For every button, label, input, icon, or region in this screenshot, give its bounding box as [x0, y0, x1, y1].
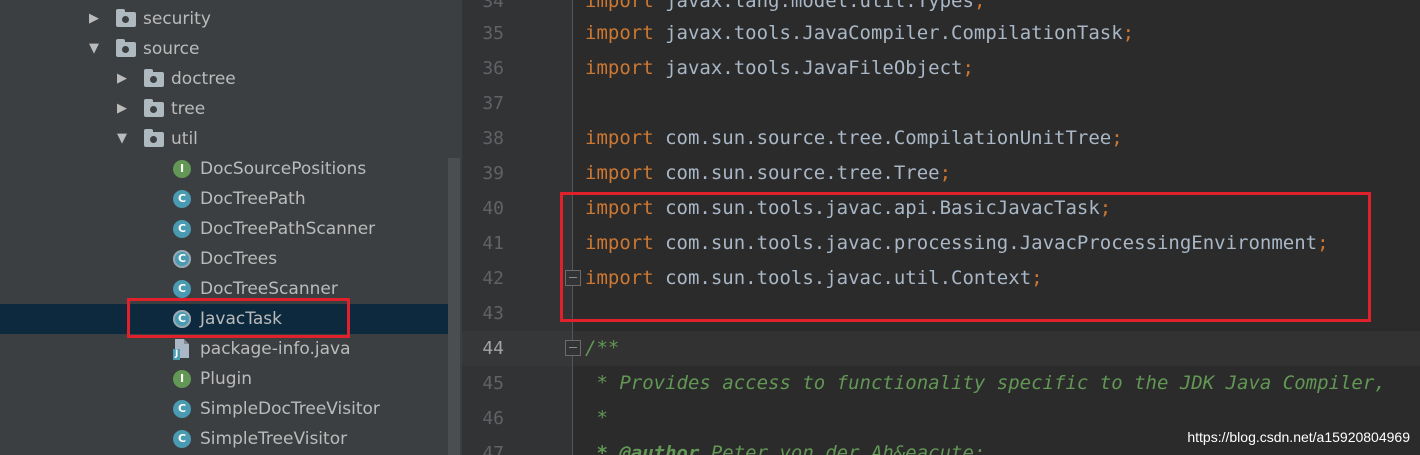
chevron-right-icon[interactable]: ▶ [114, 64, 130, 94]
tree-item-doctreepathscanner[interactable]: C DocTreePathScanner [0, 214, 448, 244]
class-icon: C [173, 400, 191, 418]
highlight-box-imports [560, 192, 1371, 322]
chevron-down-icon[interactable]: ▼ [114, 124, 130, 154]
line-number: 47 [482, 443, 504, 455]
code-line[interactable]: import com.sun.source.tree.Tree; [585, 156, 951, 191]
line-number: 46 [482, 408, 504, 429]
line-number: 44 [482, 338, 504, 359]
tree-item-source[interactable]: ▼ source [0, 34, 448, 64]
interface-icon: I [173, 370, 191, 388]
tree-item-simpledoctreevisitor[interactable]: C SimpleDocTreeVisitor [0, 394, 448, 424]
tree-item-plugin[interactable]: I Plugin [0, 364, 448, 394]
code-line[interactable]: import javax.tools.JavaCompiler.Compilat… [585, 16, 1134, 51]
interface-icon: I [173, 160, 191, 178]
tree-item-docsourcepositions[interactable]: I DocSourcePositions [0, 154, 448, 184]
line-number: 42 [482, 268, 504, 289]
tree-item-doctreepath[interactable]: C DocTreePath [0, 184, 448, 214]
chevron-down-icon[interactable]: ▼ [86, 34, 102, 64]
java-file-icon: J [173, 339, 189, 360]
code-line[interactable]: import javax.tools.JavaFileObject; [585, 51, 974, 86]
fold-marker-icon[interactable] [565, 340, 581, 356]
line-number: 41 [482, 233, 504, 254]
line-number: 40 [482, 198, 504, 219]
folder-icon [144, 69, 164, 87]
code-line[interactable]: * @author Peter von der Ah&eacute; [585, 436, 985, 455]
code-line[interactable]: * [585, 401, 607, 436]
code-line[interactable]: * Provides access to functionality speci… [585, 366, 1385, 401]
line-number: 37 [482, 93, 504, 114]
folder-icon [116, 39, 136, 57]
line-number: 38 [482, 128, 504, 149]
class-icon: C [173, 280, 191, 298]
class-icon: C [173, 190, 191, 208]
line-number: 35 [482, 23, 504, 44]
class-icon: C [173, 430, 191, 448]
line-number: 39 [482, 163, 504, 184]
chevron-right-icon[interactable]: ▶ [86, 4, 102, 34]
line-number: 45 [482, 373, 504, 394]
line-number: 43 [482, 303, 504, 324]
line-number: 36 [482, 58, 504, 79]
folder-icon [116, 9, 136, 27]
folder-icon [144, 99, 164, 117]
tree-item-doctree[interactable]: ▶ doctree [0, 64, 448, 94]
watermark: https://blog.csdn.net/a15920804969 [1187, 429, 1410, 445]
class-icon: C [173, 220, 191, 238]
code-line[interactable]: import com.sun.source.tree.CompilationUn… [585, 121, 1123, 156]
abstract-class-icon: C [173, 250, 191, 268]
folder-icon [144, 129, 164, 147]
chevron-right-icon[interactable]: ▶ [114, 94, 130, 124]
tree-item-doctrees[interactable]: C DocTrees [0, 244, 448, 274]
tree-item-package-info[interactable]: J package-info.java [0, 334, 448, 364]
tree-scrollbar[interactable] [448, 158, 460, 455]
tree-item-tree[interactable]: ▶ tree [0, 94, 448, 124]
highlight-box-javactask [127, 298, 350, 338]
tree-item-simpletreevisitor[interactable]: C SimpleTreeVisitor [0, 424, 448, 454]
code-line[interactable]: /** [585, 331, 619, 366]
tree-item-security[interactable]: ▶ security [0, 4, 448, 34]
tree-item-util[interactable]: ▼ util [0, 124, 448, 154]
project-tree-panel: ▶ security ▼ source ▶ doctree ▶ tree ▼ u… [0, 0, 462, 455]
